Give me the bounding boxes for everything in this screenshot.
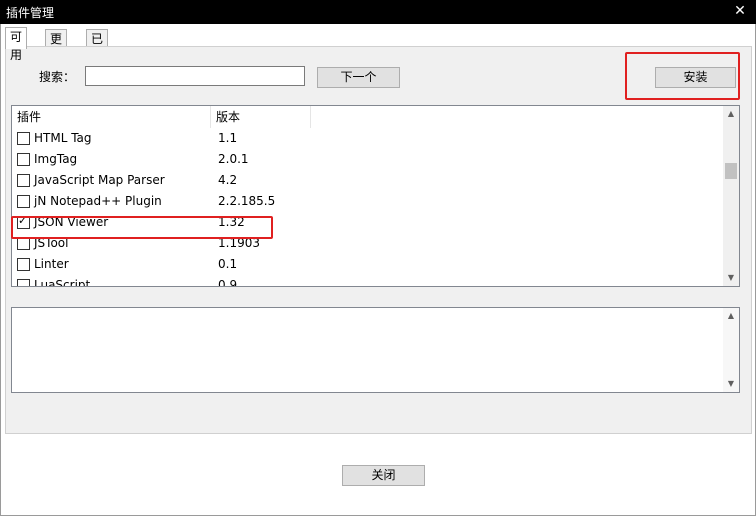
plugin-version: 1.1 — [218, 131, 238, 145]
title-bar: 插件管理 ✕ — [0, 0, 756, 24]
plugin-version: 4.2 — [218, 173, 238, 187]
plugin-row[interactable]: Linter 0.1 — [12, 254, 722, 275]
window-title: 插件管理 — [6, 6, 55, 20]
search-input[interactable] — [85, 66, 305, 86]
scroll-thumb[interactable] — [725, 163, 737, 179]
plugin-row[interactable]: ImgTag 2.0.1 — [12, 149, 722, 170]
plugin-name: LuaScript — [34, 278, 91, 287]
plugin-name: JavaScript Map Parser — [34, 173, 165, 187]
plugin-list[interactable]: 插件 版本 HTML Tag 1.1 ImgTag 2.0.1 JavaScript M… — [11, 105, 740, 287]
scroll-up-icon[interactable]: ▲ — [723, 106, 739, 122]
json-viewer-highlight-box — [11, 216, 273, 239]
plugin-row[interactable]: JavaScript Map Parser 4.2 — [12, 170, 722, 191]
list-scrollbar[interactable]: ▲ ▼ — [723, 106, 739, 286]
plugin-row[interactable]: jN Notepad++ Plugin 2.2.185.5 — [12, 191, 722, 212]
plugin-row[interactable]: HTML Tag 1.1 — [12, 128, 722, 149]
install-highlight-box — [625, 52, 740, 100]
plugin-name: ImgTag — [34, 152, 78, 166]
close-icon[interactable]: ✕ — [732, 3, 748, 19]
column-header-plugin[interactable]: 插件 — [12, 106, 211, 128]
tab-available[interactable]: 可用 — [5, 27, 28, 62]
description-scrollbar[interactable]: ▲ ▼ — [723, 308, 739, 392]
list-header: 插件 版本 — [12, 106, 722, 128]
plugin-version: 2.2.185.5 — [218, 194, 276, 208]
next-button[interactable]: 下一个 — [317, 67, 400, 88]
plugin-version: 2.0.1 — [218, 152, 249, 166]
plugin-checkbox[interactable] — [17, 195, 30, 208]
plugin-name: jN Notepad++ Plugin — [34, 194, 162, 208]
search-label: 搜索： — [39, 70, 76, 84]
scroll-down-icon[interactable]: ▼ — [723, 270, 739, 286]
plugin-checkbox[interactable] — [17, 279, 30, 286]
plugin-checkbox[interactable] — [17, 132, 30, 145]
plugin-checkbox[interactable] — [17, 153, 30, 166]
description-box[interactable]: ▲ ▼ — [11, 307, 740, 393]
plugin-name: HTML Tag — [34, 131, 92, 145]
plugin-checkbox[interactable] — [17, 258, 30, 271]
plugin-name: Linter — [34, 257, 69, 271]
plugin-version: 0.9 — [218, 278, 238, 287]
desc-scroll-up-icon[interactable]: ▲ — [723, 308, 739, 324]
column-header-version[interactable]: 版本 — [211, 106, 311, 128]
close-button[interactable]: 关闭 — [342, 465, 425, 486]
desc-scroll-down-icon[interactable]: ▼ — [723, 376, 739, 392]
plugin-manager-window: 可用 更新 已安装 搜索： 下一个 安装 插件 版本 HTML Tag1.1Im… — [0, 24, 756, 516]
plugin-checkbox[interactable] — [17, 174, 30, 187]
plugin-version: 0.1 — [218, 257, 238, 271]
plugin-row[interactable]: LuaScript 0.9 — [12, 275, 722, 287]
